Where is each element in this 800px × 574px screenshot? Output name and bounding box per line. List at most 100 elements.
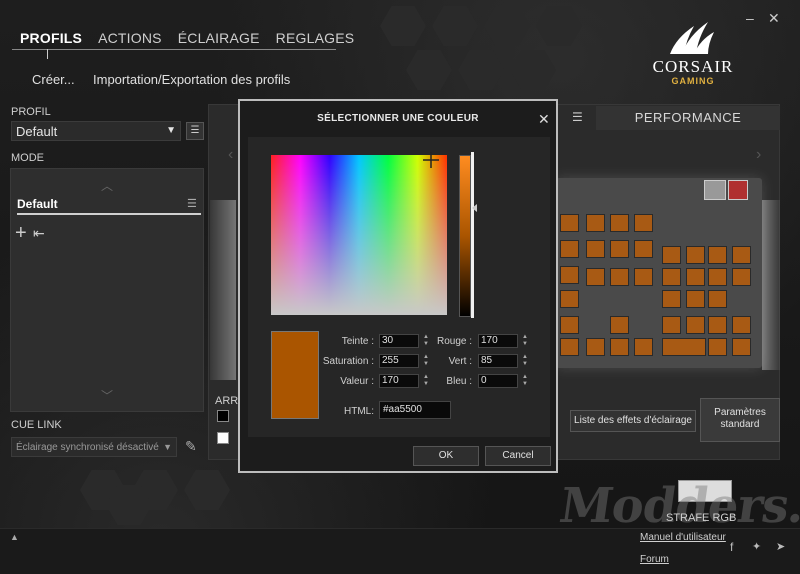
bleu-input[interactable]: 0: [478, 374, 518, 388]
saturation-value-picker[interactable]: [271, 155, 447, 315]
crosshair-icon[interactable]: [423, 152, 439, 168]
keyboard-key[interactable]: [732, 338, 751, 356]
chevron-left-icon[interactable]: ‹: [228, 146, 233, 164]
keyboard-key[interactable]: [662, 338, 706, 356]
keyboard-key[interactable]: [586, 268, 605, 286]
forum-link[interactable]: Forum: [640, 554, 669, 565]
html-color-input[interactable]: #aa5500: [379, 401, 451, 419]
slider-handle[interactable]: [472, 204, 477, 212]
spin-arrows-icon[interactable]: ▲ ▼: [522, 334, 528, 348]
valeur-input[interactable]: 170: [379, 374, 419, 388]
tabs-active-indicator: [47, 49, 48, 59]
vert-input[interactable]: 85: [478, 354, 518, 368]
keyboard-key[interactable]: [610, 316, 629, 334]
logo-sub: GAMING: [671, 76, 715, 86]
keyboard-key[interactable]: [708, 246, 727, 264]
rouge-label: Rouge :: [436, 336, 472, 347]
cancel-button[interactable]: Cancel: [485, 446, 551, 466]
keyboard-key[interactable]: [708, 268, 727, 286]
saturation-label: Saturation :: [322, 356, 374, 367]
keyboard-key[interactable]: [586, 338, 605, 356]
scroll-up-icon[interactable]: ︿: [101, 177, 113, 194]
close-window-button[interactable]: ✕: [768, 10, 780, 27]
user-manual-link[interactable]: Manuel d'utilisateur: [640, 532, 726, 543]
keyboard-key[interactable]: [610, 268, 629, 286]
create-profile-link[interactable]: Créer...: [32, 72, 75, 87]
keyboard-key[interactable]: [610, 214, 629, 232]
spin-arrows-icon[interactable]: ▲ ▼: [522, 374, 528, 388]
keyboard-key[interactable]: [610, 338, 629, 356]
spin-arrows-icon[interactable]: ▲ ▼: [423, 354, 429, 368]
bleu-label: Bleu :: [446, 376, 472, 387]
mode-menu-icon[interactable]: ☰: [187, 197, 197, 210]
profile-select[interactable]: Default ▼: [11, 121, 181, 141]
scroll-down-icon[interactable]: ﹀: [101, 387, 113, 404]
keyboard-key[interactable]: [662, 268, 681, 286]
keyboard-key[interactable]: [634, 268, 653, 286]
spin-arrows-icon[interactable]: ▲ ▼: [423, 374, 429, 388]
keyboard-key[interactable]: [560, 316, 579, 334]
keyboard-key-red[interactable]: [728, 180, 748, 200]
tab-profils[interactable]: PROFILS: [12, 30, 90, 46]
facebook-icon[interactable]: f: [730, 540, 733, 554]
lighting-effects-list-button[interactable]: Liste des effets d'éclairage: [570, 410, 696, 432]
tab-eclairage[interactable]: ÉCLAIRAGE: [170, 30, 268, 46]
performance-header[interactable]: PERFORMANCE: [596, 106, 780, 130]
keyboard-key[interactable]: [586, 214, 605, 232]
keyboard-key[interactable]: [560, 290, 579, 308]
tab-actions[interactable]: ACTIONS: [90, 30, 170, 46]
keyboard-key[interactable]: [732, 268, 751, 286]
keyboard-key[interactable]: [686, 290, 705, 308]
rouge-input[interactable]: 170: [478, 334, 518, 348]
chevron-right-icon[interactable]: ›: [756, 146, 761, 164]
keyboard-key[interactable]: [732, 316, 751, 334]
import-icon[interactable]: ⇤: [33, 225, 45, 242]
keyboard-key[interactable]: [686, 316, 705, 334]
edit-icon[interactable]: ✎: [185, 438, 197, 455]
corsair-sails-icon: [670, 22, 714, 54]
keyboard-key[interactable]: [610, 240, 629, 258]
teinte-input[interactable]: 30: [379, 334, 419, 348]
keyboard-key[interactable]: [560, 240, 579, 258]
keyboard-key[interactable]: [634, 214, 653, 232]
html-label: HTML:: [344, 406, 374, 417]
keyboard-key[interactable]: [634, 240, 653, 258]
keyboard-key[interactable]: [732, 246, 751, 264]
keyboard-key[interactable]: [662, 290, 681, 308]
menu-icon[interactable]: ☰: [186, 122, 204, 140]
share-icon[interactable]: ➤: [776, 540, 785, 553]
keyboard-key[interactable]: [686, 246, 705, 264]
spin-arrows-icon[interactable]: ▲ ▼: [522, 354, 528, 368]
keyboard-key[interactable]: [560, 338, 579, 356]
keyboard-key[interactable]: [634, 338, 653, 356]
saturation-input[interactable]: 255: [379, 354, 419, 368]
color-swatch-black[interactable]: [217, 410, 229, 422]
color-swatch-white[interactable]: [217, 432, 229, 444]
ok-button[interactable]: OK: [413, 446, 479, 466]
keyboard-key[interactable]: [708, 338, 727, 356]
keyboard-key[interactable]: [560, 266, 579, 284]
keyboard-key-white[interactable]: [704, 180, 726, 200]
twitter-icon[interactable]: ✦: [752, 540, 761, 553]
value-slider[interactable]: [459, 155, 471, 317]
keyboard-key[interactable]: [662, 316, 681, 334]
profile-select-value: Default: [16, 124, 58, 139]
expand-up-icon[interactable]: ▲: [10, 532, 19, 542]
keyboard-key[interactable]: [686, 268, 705, 286]
menu-icon[interactable]: ☰: [572, 110, 583, 124]
keyboard-key[interactable]: [708, 316, 727, 334]
import-export-link[interactable]: Importation/Exportation des profils: [93, 72, 290, 87]
keyboard-key[interactable]: [560, 214, 579, 232]
keyboard-key[interactable]: [708, 290, 727, 308]
standard-parameters-button[interactable]: Paramètres standard: [700, 398, 780, 442]
keyboard-key[interactable]: [586, 240, 605, 258]
keyboard-key[interactable]: [662, 246, 681, 264]
minimize-button[interactable]: –: [746, 10, 754, 26]
cue-link-select[interactable]: Éclairage synchronisé désactivé ▼: [11, 437, 177, 457]
add-icon[interactable]: +: [15, 223, 27, 243]
watermark: Modders.fr: [556, 478, 800, 534]
mode-item-default[interactable]: Default: [17, 197, 201, 211]
close-icon[interactable]: ✕: [538, 111, 550, 128]
spin-arrows-icon[interactable]: ▲ ▼: [423, 334, 429, 348]
tab-reglages[interactable]: REGLAGES: [268, 30, 363, 46]
